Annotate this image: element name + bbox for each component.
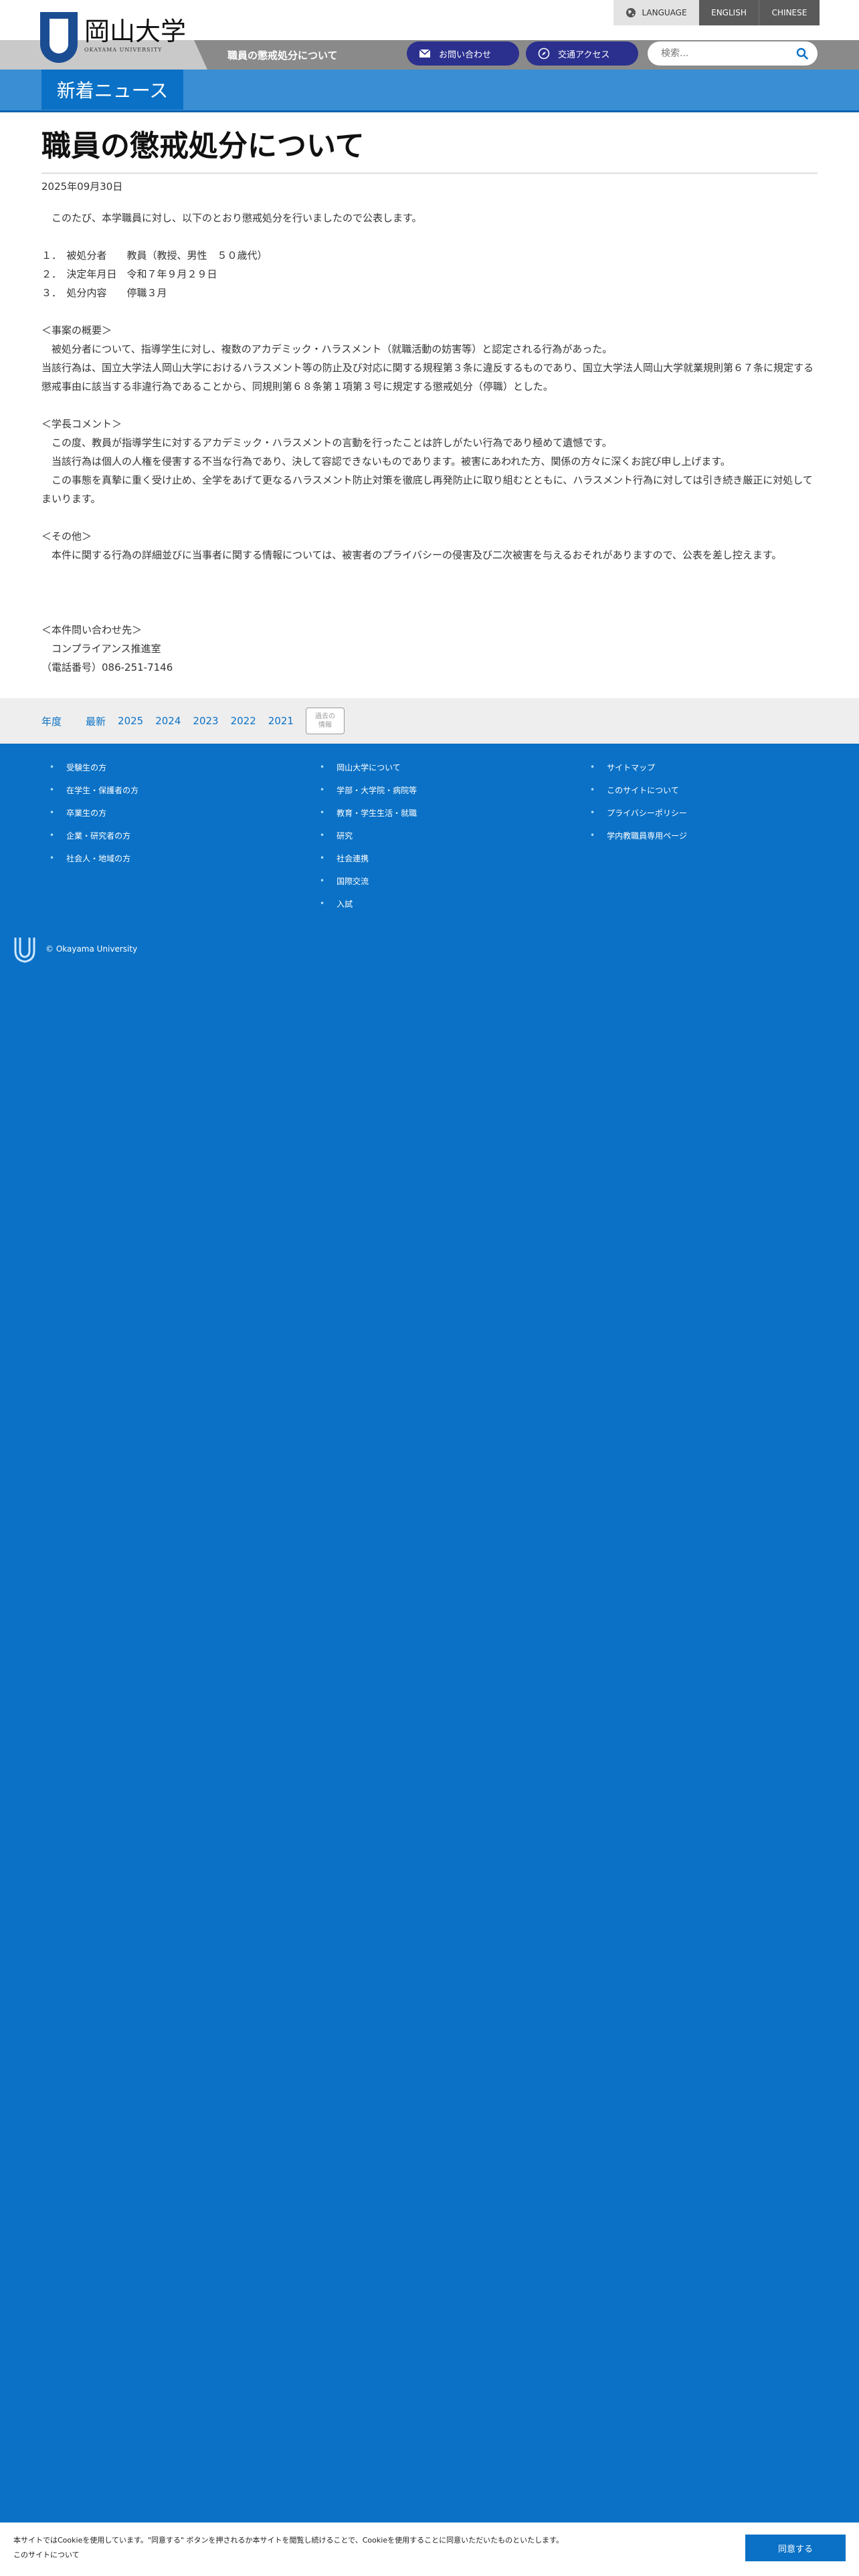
language-bar: LANGUAGE ENGLISH CHINESE bbox=[613, 0, 820, 25]
cookie-agree-button[interactable]: 同意する bbox=[745, 2535, 846, 2561]
article-paragraph: 本件に関する行為の詳細並びに当事者に関する情報については、被害者のプライバシーの… bbox=[41, 549, 782, 561]
article-date: 2025年09月30日 bbox=[41, 181, 123, 193]
footer-link[interactable]: 国際交流 bbox=[320, 869, 417, 892]
header-page-title: 職員の懲戒処分について bbox=[227, 49, 338, 62]
year-link-2023[interactable]: 2023 bbox=[193, 715, 218, 727]
section-tab-news[interactable]: 新着ニュース bbox=[41, 70, 183, 110]
footer-link[interactable]: 卒業生の方 bbox=[50, 801, 138, 824]
article-paragraph: 当該行為は個人の人権を侵害する不当な行為であり、決して容認できないものであります… bbox=[41, 455, 731, 467]
article-paragraph: ２． 決定年月日 令和７年９月２９日 bbox=[41, 268, 217, 280]
footer-link[interactable]: 学部・大学院・病院等 bbox=[320, 778, 417, 801]
footer-link[interactable]: 企業・研究者の方 bbox=[50, 824, 138, 847]
article-paragraph: （電話番号）086-251-7146 bbox=[41, 661, 173, 673]
access-button[interactable]: 交通アクセス bbox=[526, 41, 638, 66]
globe-icon bbox=[626, 8, 636, 17]
footer-copyright: © Okayama University bbox=[13, 935, 137, 963]
search-icon[interactable] bbox=[796, 47, 808, 60]
footer-column-site: サイトマップ このサイトについて プライバシーポリシー 学内教職員専用ページ bbox=[590, 756, 687, 847]
article-paragraph: ＜その他＞ bbox=[41, 530, 92, 542]
language-label: LANGUAGE bbox=[613, 0, 699, 25]
year-link-2022[interactable]: 2022 bbox=[231, 715, 256, 727]
footer-link[interactable]: プライバシーポリシー bbox=[590, 801, 687, 824]
footer-link[interactable]: 教育・学生生活・就職 bbox=[320, 801, 417, 824]
language-english-button[interactable]: ENGLISH bbox=[699, 0, 759, 25]
article-paragraph bbox=[41, 564, 818, 583]
article-paragraph: ＜本件問い合わせ先＞ bbox=[41, 624, 142, 636]
cookie-banner: 本サイトではCookieを使用しています。"同意する" ボタンを押されるか本サイ… bbox=[0, 2523, 859, 2576]
mail-icon bbox=[419, 49, 431, 58]
footer-link[interactable]: このサイトについて bbox=[590, 778, 687, 801]
article-paragraph bbox=[41, 583, 818, 602]
university-logo[interactable]: 岡山大学 OKAYAMA UNIVERSITY bbox=[40, 12, 186, 63]
article-paragraph: ＜事案の概要＞ bbox=[41, 324, 112, 336]
article-paragraph bbox=[41, 396, 818, 415]
logo-text: 岡山大学 bbox=[84, 17, 187, 46]
article-paragraph: この事態を真摯に重く受け止め、全学をあげて更なるハラスメント防止対策を徹底し再発… bbox=[41, 474, 813, 505]
cookie-about-link[interactable]: このサイトについて bbox=[13, 2548, 563, 2563]
footer-link[interactable]: 入試 bbox=[320, 892, 417, 915]
footer-link[interactable]: サイトマップ bbox=[590, 756, 687, 778]
language-chinese-button[interactable]: CHINESE bbox=[759, 0, 820, 25]
article-paragraph: この度、教員が指導学生に対するアカデミック・ハラスメントの言動を行ったことは許し… bbox=[41, 437, 612, 449]
footer-link[interactable]: 在学生・保護者の方 bbox=[50, 778, 138, 801]
article-body: このたび、本学職員に対し、以下のとおり懲戒処分を行いましたので公表します。 １．… bbox=[41, 209, 818, 677]
article-paragraph: ３． 処分内容 停職３月 bbox=[41, 287, 167, 299]
article-paragraph bbox=[41, 602, 818, 621]
university-emblem-icon bbox=[40, 12, 78, 63]
footer-link[interactable]: 受験生の方 bbox=[50, 756, 138, 778]
article-paragraph: 被処分者について、指導学生に対し、複数のアカデミック・ハラスメント（就職活動の妨… bbox=[41, 343, 613, 355]
contact-button[interactable]: お問い合わせ bbox=[407, 41, 519, 66]
year-link-2021[interactable]: 2021 bbox=[268, 715, 294, 727]
article-paragraph: ＜学長コメント＞ bbox=[41, 418, 122, 430]
title-divider bbox=[41, 173, 818, 174]
article-paragraph: コンプライアンス推進室 bbox=[41, 643, 161, 655]
article-paragraph: １． 被処分者 教員（教授、男性 ５０歳代） bbox=[41, 249, 268, 261]
footer-link[interactable]: 学内教職員専用ページ bbox=[590, 824, 687, 847]
year-link-2024[interactable]: 2024 bbox=[155, 715, 181, 727]
article-paragraph bbox=[41, 508, 818, 527]
past-info-button[interactable]: 過去の 情報 bbox=[305, 708, 345, 734]
year-filter-label: 年度 bbox=[41, 715, 62, 728]
article-paragraph bbox=[41, 302, 818, 321]
footer-column-university: 岡山大学について 学部・大学院・病院等 教育・学生生活・就職 研究 社会連携 国… bbox=[320, 756, 417, 915]
footer-link[interactable]: 岡山大学について bbox=[320, 756, 417, 778]
footer-column-audience: 受験生の方 在学生・保護者の方 卒業生の方 企業・研究者の方 社会人・地域の方 bbox=[50, 756, 138, 869]
footer-link[interactable]: 社会連携 bbox=[320, 847, 417, 869]
year-filter: 年度 最新 2025 2024 2023 2022 2021 過去の 情報 bbox=[41, 708, 345, 734]
article-paragraph bbox=[41, 227, 818, 246]
university-emblem-icon bbox=[14, 938, 35, 963]
article-title: 職員の懲戒処分について bbox=[41, 129, 365, 163]
logo-subtext: OKAYAMA UNIVERSITY bbox=[84, 47, 163, 53]
footer-link[interactable]: 研究 bbox=[320, 824, 417, 847]
article-paragraph: このたび、本学職員に対し、以下のとおり懲戒処分を行いましたので公表します。 bbox=[41, 212, 422, 224]
compass-icon bbox=[538, 47, 550, 60]
page-main-area: LANGUAGE ENGLISH CHINESE 岡山大学 OKAYAMA UN… bbox=[0, 0, 859, 744]
cookie-text: 本サイトではCookieを使用しています。"同意する" ボタンを押されるか本サイ… bbox=[13, 2533, 563, 2563]
year-link-latest[interactable]: 最新 bbox=[86, 714, 106, 728]
article-paragraph: 当該行為は、国立大学法人岡山大学におけるハラスメント等の防止及び対応に関する規程… bbox=[41, 362, 814, 393]
search-input[interactable] bbox=[661, 48, 781, 59]
footer-link[interactable]: 社会人・地域の方 bbox=[50, 847, 138, 869]
year-link-2025[interactable]: 2025 bbox=[118, 715, 143, 727]
search-box bbox=[648, 41, 818, 66]
